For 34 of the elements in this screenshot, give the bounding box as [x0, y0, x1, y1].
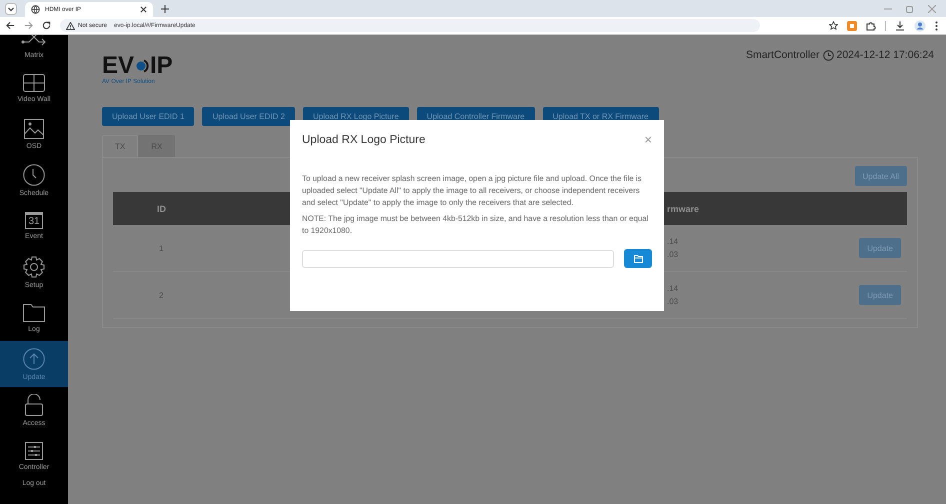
image-icon [24, 118, 44, 138]
sliders-icon [25, 442, 43, 460]
clock-icon [23, 164, 45, 186]
calendar-icon: 31 [25, 212, 43, 229]
logo-dot-icon [135, 59, 150, 73]
reload-icon[interactable] [42, 21, 51, 30]
upload-icon [23, 348, 45, 370]
column-header: ID [156, 204, 167, 214]
star-icon[interactable] [829, 21, 838, 30]
clock-icon [822, 50, 834, 60]
folder-icon [23, 304, 45, 322]
dialog-title: Upload RX Logo Picture [302, 134, 426, 146]
warning-icon [66, 22, 75, 30]
logo-text: IP [150, 55, 173, 77]
logo-text: EV [102, 55, 134, 77]
profile-icon[interactable] [914, 20, 926, 32]
download-icon[interactable] [895, 20, 905, 30]
date-time: 2024-12-12 17:06:24 [836, 49, 934, 61]
menu-icon[interactable] [935, 20, 938, 30]
browse-button[interactable] [624, 249, 652, 268]
new-tab-icon[interactable] [161, 4, 169, 12]
tab-list-icon[interactable] [5, 2, 17, 14]
device-name: SmartController [746, 49, 820, 61]
puzzle-icon[interactable] [866, 20, 876, 30]
back-icon[interactable] [6, 21, 15, 30]
close-icon[interactable] [140, 6, 147, 13]
lock-icon [25, 394, 43, 416]
grid-icon [23, 74, 45, 92]
settings-icon [23, 256, 45, 278]
forward-icon[interactable] [24, 21, 33, 30]
column-header: rmware [667, 204, 700, 214]
globe-icon [31, 5, 40, 14]
file-field[interactable] [302, 250, 614, 268]
folder-icon [634, 254, 642, 262]
